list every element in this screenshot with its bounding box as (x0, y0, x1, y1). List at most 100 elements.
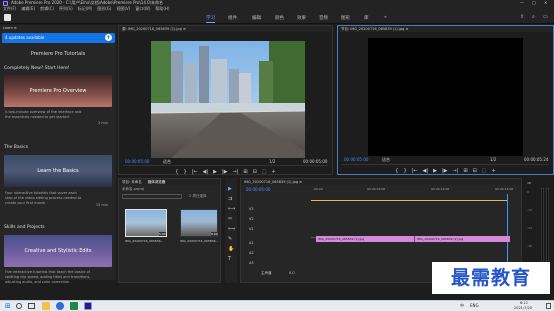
notification-icon[interactable] (546, 303, 551, 309)
search-icon[interactable] (16, 303, 22, 309)
slip-tool-icon[interactable]: ⟺ (228, 226, 235, 232)
razor-tool-icon[interactable]: ✂ (228, 216, 232, 222)
source-duration: 00:00:05:00 (303, 159, 328, 164)
watermark-logo: 最需教育 (432, 262, 550, 294)
export-frame-icon[interactable]: ⬚ (262, 169, 267, 175)
tab-assembly[interactable]: 组件 (228, 15, 237, 21)
work-area-bar[interactable] (311, 200, 507, 201)
task-view-icon[interactable] (28, 303, 35, 309)
program-scale-dropdown[interactable]: 1/2 (490, 157, 496, 162)
minimize-button[interactable]: — (520, 0, 524, 5)
program-fit-dropdown[interactable]: 适合 (382, 157, 390, 163)
program-monitor-tab[interactable]: 节目: IMG_20200716_065839 (1).jpg ≡ (338, 26, 553, 32)
ruler-label-10: 00:00:10:00 (431, 187, 450, 191)
search-icon[interactable]: ⌕ (532, 14, 535, 20)
clock-time[interactable]: 8:12 (520, 301, 528, 305)
play-icon[interactable]: ▶ (433, 168, 437, 174)
browser-icon[interactable] (56, 302, 64, 310)
tab-learning[interactable]: 学习 (206, 15, 215, 23)
premiere-taskbar-icon[interactable] (84, 302, 92, 310)
ruler-label-0: :00:00 (313, 187, 323, 191)
track-label-a3[interactable]: A3 (249, 261, 254, 265)
tab-project[interactable]: 项目: 未命名 (122, 180, 142, 184)
maximize-button[interactable]: □ (532, 0, 536, 5)
play-icon[interactable]: ▶ (213, 169, 217, 175)
track-label-v3[interactable]: V3 (249, 207, 254, 211)
source-monitor-tab[interactable]: 源: IMG_20200716_065839 (1).jpg ≡ (119, 26, 332, 32)
lift-icon[interactable]: ⊞ (463, 168, 467, 174)
step-back-icon[interactable]: ◀| (203, 169, 209, 175)
extract-icon[interactable]: ⊟ (473, 168, 477, 174)
selection-tool-icon[interactable]: ▶ (228, 186, 232, 192)
track-label-a2[interactable]: A2 (249, 251, 254, 255)
tab-editing[interactable]: 编辑 (252, 15, 261, 21)
mark-in-icon[interactable]: { (395, 168, 398, 174)
timeline-clip-1[interactable]: IMG_20200716_065839 (1).jpg (316, 236, 414, 242)
meter-right-channel (546, 188, 549, 272)
workspaces-more-button[interactable]: » (384, 15, 387, 20)
updates-banner[interactable]: 4 updates available + (2, 33, 115, 43)
tab-graphics[interactable]: 图形 (341, 15, 350, 21)
step-back-icon[interactable]: ◀| (423, 168, 429, 174)
ime-language-indicator[interactable]: ENG (470, 303, 479, 308)
timeline-ruler[interactable]: :00:00 00:00:05:00 00:00:10:00 00:00:15:… (311, 187, 521, 192)
go-to-in-icon[interactable]: |← (192, 169, 198, 175)
tutorial-overview-duration: 2 min (98, 121, 108, 125)
close-button[interactable]: ✕ (544, 0, 547, 5)
home-icon[interactable] (4, 14, 11, 21)
source-timecode[interactable]: 00:00:05:00 (125, 159, 149, 164)
tab-audio[interactable]: 音频 (319, 15, 328, 21)
track-label-v2[interactable]: V2 (249, 217, 254, 221)
add-button-icon[interactable]: + (271, 169, 275, 175)
step-forward-icon[interactable]: |▶ (442, 168, 448, 174)
project-item-name-1: IMG_20200716_065839... (125, 239, 164, 243)
export-frame-icon[interactable]: ⬚ (482, 168, 487, 174)
add-button-icon[interactable]: + (491, 168, 495, 174)
tutorial-creative-description: Five interactive tutorials that teach th… (5, 270, 91, 284)
hand-tool-icon[interactable]: ✋ (228, 246, 234, 252)
ruler-label-5: 00:00:05:00 (367, 187, 386, 191)
ime-chinese-indicator[interactable]: 中 (460, 303, 464, 309)
tab-libraries[interactable]: 库 (364, 15, 369, 21)
mark-out-icon[interactable]: } (183, 169, 186, 175)
windows-start-icon[interactable]: ⊞ (5, 302, 11, 310)
project-search-input[interactable] (122, 194, 182, 199)
learn-panel-header[interactable]: Learn ≡ (0, 25, 116, 32)
track-select-tool-icon[interactable]: ⇉ (228, 196, 232, 202)
source-scale-dropdown[interactable]: 1/2 (269, 159, 275, 164)
track-label-a1[interactable]: A1 (249, 241, 254, 245)
ripple-edit-tool-icon[interactable]: ⟷ (228, 206, 235, 212)
track-label-v1[interactable]: V1 (249, 227, 254, 231)
go-to-out-icon[interactable]: →| (452, 168, 458, 174)
timeline-clip-2[interactable]: IMG_20200716_065839 (2).jpg (414, 236, 510, 242)
tutorial-overview-description: A two-minute overview of the interface a… (5, 110, 82, 119)
program-timecode[interactable]: 00:00:05:00 (344, 157, 368, 162)
tutorial-overview-thumbnail[interactable]: Premiere Pro Overview (4, 75, 112, 107)
timeline-timecode[interactable]: 00:00:05:00 (246, 187, 270, 192)
tab-media-browser[interactable]: 媒体浏览器 (148, 180, 166, 184)
speech-bubble-icon[interactable]: ▭ (543, 14, 548, 20)
mark-out-icon[interactable]: } (403, 168, 406, 174)
mark-in-icon[interactable]: { (175, 169, 178, 175)
add-icon[interactable]: + (105, 34, 112, 41)
file-explorer-icon[interactable] (42, 302, 50, 310)
tutorial-basics-thumbnail[interactable]: Learn the Basics (4, 155, 112, 187)
pen-tool-icon[interactable]: ✎ (228, 236, 232, 242)
type-tool-icon[interactable]: T (228, 256, 231, 262)
tab-effects[interactable]: 效果 (297, 15, 306, 21)
tab-color[interactable]: 颜色 (275, 15, 284, 21)
go-to-in-icon[interactable]: |← (412, 168, 418, 174)
clock-date[interactable]: 2021/7/20 (514, 306, 532, 310)
step-forward-icon[interactable]: |▶ (222, 169, 228, 175)
insert-icon[interactable]: ⊞ (243, 169, 247, 175)
app-icon[interactable] (70, 302, 78, 310)
project-panel-tabs: 项目: 未命名 媒体浏览器 (119, 179, 220, 185)
source-monitor: 源: IMG_20200716_065839 (1).jpg ≡ 00:00:0… (118, 25, 333, 175)
share-icon[interactable]: ⇪ (520, 14, 524, 20)
timeline-tab[interactable]: IMG_20200716_065839 (1).jpg ≡ (241, 179, 521, 185)
master-volume-value[interactable]: 0.0 (289, 271, 295, 275)
tutorial-creative-thumbnail[interactable]: Creative and Stylistic Edits (4, 235, 112, 267)
tutorial-basics-title: Learn the Basics (37, 167, 79, 174)
overwrite-icon[interactable]: ⊟ (253, 169, 257, 175)
go-to-out-icon[interactable]: →| (232, 169, 238, 175)
